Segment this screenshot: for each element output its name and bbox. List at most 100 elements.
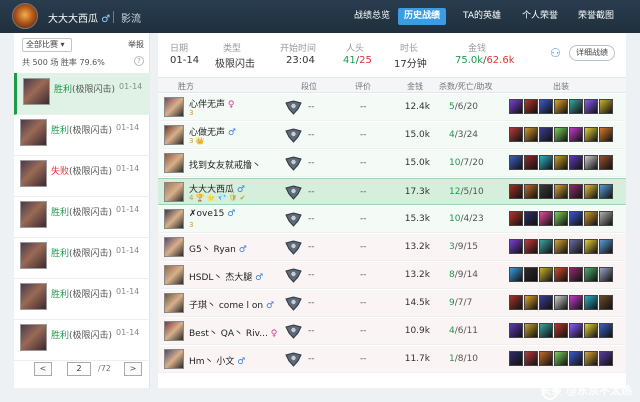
page-input[interactable]: 2 [67, 362, 91, 376]
item-icon[interactable] [509, 239, 523, 254]
item-icon[interactable] [524, 239, 538, 254]
item-icon[interactable] [599, 239, 613, 254]
match-item[interactable]: 胜利(极限闪击) 01-14 [14, 278, 150, 320]
item-icon[interactable] [524, 184, 538, 199]
item-icon[interactable] [539, 323, 553, 338]
item-icon[interactable] [569, 127, 583, 142]
match-filter-select[interactable]: 全部比赛 ▾ [22, 38, 72, 52]
item-icon[interactable] [539, 267, 553, 282]
player-name[interactable]: G5丶 Ryan ♂ [189, 242, 247, 255]
item-icon[interactable] [569, 267, 583, 282]
match-item[interactable]: 失败(极限闪击) 01-14 [14, 155, 150, 197]
item-icon[interactable] [584, 184, 598, 199]
detail-stats-button[interactable]: 详细战绩 [569, 45, 615, 61]
player-avatar[interactable] [12, 3, 38, 29]
item-icon[interactable] [524, 351, 538, 366]
item-icon[interactable] [554, 239, 568, 254]
item-icon[interactable] [509, 323, 523, 338]
table-row[interactable]: Hm丶 小文 ♂ -- -- 11.7k 1/8/10 [158, 346, 626, 373]
player-name[interactable]: 子琪丶 come l on ♂ [189, 298, 274, 311]
tab-heroes[interactable]: TA的英雄 [456, 8, 508, 25]
item-icon[interactable] [524, 127, 538, 142]
item-icon[interactable] [599, 211, 613, 226]
match-item[interactable]: 胜利(极限闪击) 01-14 [14, 196, 150, 238]
item-icon[interactable] [554, 184, 568, 199]
player-name[interactable]: Hm丶 小文 ♂ [189, 354, 245, 367]
item-icon[interactable] [554, 267, 568, 282]
item-icon[interactable] [539, 351, 553, 366]
item-icon[interactable] [584, 323, 598, 338]
item-icon[interactable] [524, 211, 538, 226]
tab-honors[interactable]: 个人荣誉 [518, 8, 562, 25]
item-icon[interactable] [539, 211, 553, 226]
item-icon[interactable] [524, 323, 538, 338]
table-row[interactable]: 心做无声 ♂ 3 👑 -- -- 15.0k 4/3/24 [158, 122, 626, 149]
match-item[interactable]: 胜利(极限闪击) 01-14 [14, 237, 150, 279]
item-icon[interactable] [584, 127, 598, 142]
player-name[interactable]: HSDL丶 杰大腿 ♂ [189, 270, 263, 283]
item-icon[interactable] [539, 99, 553, 114]
item-icon[interactable] [554, 127, 568, 142]
item-icon[interactable] [554, 323, 568, 338]
item-icon[interactable] [524, 295, 538, 310]
item-icon[interactable] [554, 295, 568, 310]
item-icon[interactable] [599, 267, 613, 282]
item-icon[interactable] [584, 351, 598, 366]
item-icon[interactable] [509, 127, 523, 142]
item-icon[interactable] [509, 267, 523, 282]
item-icon[interactable] [554, 155, 568, 170]
match-item[interactable]: 胜利(极限闪击) 01-14 [14, 73, 150, 115]
item-icon[interactable] [539, 184, 553, 199]
player-name[interactable]: 心伴无声 ♀ [189, 97, 234, 110]
item-icon[interactable] [569, 184, 583, 199]
item-icon[interactable] [524, 267, 538, 282]
item-icon[interactable] [599, 127, 613, 142]
item-icon[interactable] [554, 211, 568, 226]
item-icon[interactable] [539, 155, 553, 170]
table-row[interactable]: ✗ove15 ♂ 3 -- -- 15.3k 10/4/23 [158, 206, 626, 233]
item-icon[interactable] [584, 211, 598, 226]
item-icon[interactable] [599, 295, 613, 310]
item-icon[interactable] [539, 239, 553, 254]
item-icon[interactable] [539, 127, 553, 142]
table-row[interactable]: 找到女友就戒撸丶 -- -- 15.0k 10/7/20 [158, 150, 626, 177]
next-page-button[interactable]: > [124, 362, 142, 376]
item-icon[interactable] [554, 351, 568, 366]
item-icon[interactable] [569, 351, 583, 366]
item-icon[interactable] [539, 295, 553, 310]
item-icon[interactable] [554, 99, 568, 114]
table-row[interactable]: 心伴无声 ♀ 3 -- -- 12.4k 5/6/20 [158, 94, 626, 121]
item-icon[interactable] [509, 211, 523, 226]
table-row[interactable]: 子琪丶 come l on ♂ -- -- 14.5k 9/7/7 [158, 290, 626, 317]
table-row[interactable]: 大大大西瓜 ♂ 4 🏆 ⭐ 💎 🛡 ✔ -- -- 17.3k 12/5/10 [158, 178, 626, 205]
item-icon[interactable] [509, 155, 523, 170]
item-icon[interactable] [509, 99, 523, 114]
item-icon[interactable] [524, 155, 538, 170]
item-icon[interactable] [569, 323, 583, 338]
item-icon[interactable] [569, 295, 583, 310]
item-icon[interactable] [584, 267, 598, 282]
help-icon[interactable]: ? [134, 56, 144, 66]
share-icon[interactable]: ⚇ [550, 46, 562, 62]
prev-page-button[interactable]: < [34, 362, 52, 376]
item-icon[interactable] [599, 155, 613, 170]
item-icon[interactable] [599, 99, 613, 114]
player-name[interactable]: 找到女友就戒撸丶 [189, 158, 261, 171]
match-item[interactable]: 胜利(极限闪击) 01-14 [14, 319, 150, 361]
item-icon[interactable] [599, 351, 613, 366]
item-icon[interactable] [584, 155, 598, 170]
tab-overview[interactable]: 战绩总览 [350, 8, 394, 25]
item-icon[interactable] [509, 184, 523, 199]
table-row[interactable]: G5丶 Ryan ♂ -- -- 13.2k 3/9/15 [158, 234, 626, 261]
player-name[interactable]: Best丶 QA丶 Riv... ♀ [189, 326, 277, 339]
tab-screenshots[interactable]: 荣誉截图 [572, 8, 620, 25]
item-icon[interactable] [509, 351, 523, 366]
item-icon[interactable] [599, 184, 613, 199]
tab-history[interactable]: 历史战绩 [398, 8, 446, 25]
item-icon[interactable] [584, 295, 598, 310]
table-row[interactable]: HSDL丶 杰大腿 ♂ -- -- 13.2k 8/9/14 [158, 262, 626, 289]
item-icon[interactable] [569, 155, 583, 170]
item-icon[interactable] [584, 239, 598, 254]
item-icon[interactable] [524, 99, 538, 114]
player-name[interactable]: ✗ove15 ♂ [189, 209, 235, 219]
